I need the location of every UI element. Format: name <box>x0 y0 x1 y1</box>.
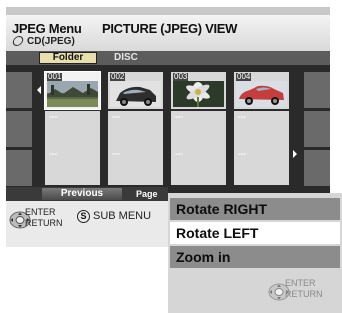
left-side-panel <box>6 150 32 186</box>
previous-button[interactable]: Previous <box>42 188 122 200</box>
thumbnail-number: 003 <box>173 72 189 81</box>
left-side-panel <box>6 111 32 147</box>
source-indicator: CD(JPEG) <box>12 35 75 47</box>
return-label: RETURN <box>25 218 63 228</box>
popup-enter-return-hint: ENTER RETURN <box>285 278 323 300</box>
empty-thumbnail-cell[interactable]: --- <box>108 111 163 148</box>
view-title: PICTURE (JPEG) VIEW <box>102 21 238 36</box>
top-strip <box>6 7 330 15</box>
thumbnail-cell[interactable]: 004 <box>234 72 289 109</box>
empty-thumbnail-cell[interactable]: --- <box>45 111 100 148</box>
sub-menu-key-icon: S <box>77 210 90 223</box>
empty-thumbnail-cell[interactable]: --- <box>45 148 100 185</box>
sub-menu-hint: SUB MENU <box>93 210 152 222</box>
right-side-panel <box>304 111 330 147</box>
car-thumb-icon <box>110 81 161 107</box>
scroll-left-arrow-icon[interactable] <box>37 86 41 94</box>
empty-slot-label: --- <box>175 149 183 158</box>
left-side-panel <box>6 72 32 108</box>
empty-thumbnail-cell[interactable]: --- <box>108 148 163 185</box>
scroll-right-arrow-icon[interactable] <box>293 150 297 158</box>
empty-thumbnail-cell[interactable]: --- <box>234 148 289 185</box>
tab-folder[interactable]: Folder <box>39 52 97 64</box>
source-label: CD(JPEG) <box>27 35 75 47</box>
empty-thumbnail-cell[interactable]: --- <box>171 148 226 185</box>
thumbnail-cell[interactable]: 003 <box>171 72 226 109</box>
enter-return-hint: ENTER RETURN <box>25 207 63 229</box>
disc-icon <box>12 36 26 46</box>
right-side-panel <box>304 72 330 108</box>
empty-thumbnail-cell[interactable]: --- <box>171 111 226 148</box>
right-side-panel <box>304 150 330 186</box>
landscape-thumb-icon <box>47 81 98 107</box>
menu-item-zoom-in[interactable]: Zoom in <box>170 246 340 268</box>
menu-item-rotate-right[interactable]: Rotate RIGHT <box>170 198 340 220</box>
empty-slot-label: --- <box>112 149 120 158</box>
popup-return-label: RETURN <box>285 289 323 299</box>
app-title: JPEG Menu <box>12 21 82 36</box>
tab-disc[interactable]: DISC <box>114 52 138 64</box>
thumbnail-number: 001 <box>47 72 63 81</box>
enter-label: ENTER <box>25 207 56 217</box>
empty-slot-label: --- <box>175 112 183 121</box>
thumbnail-number: 002 <box>110 72 126 81</box>
page-label: Page <box>136 189 158 199</box>
thumbnail-number: 004 <box>236 72 252 81</box>
empty-slot-label: --- <box>238 149 246 158</box>
thumbnail-cell[interactable]: 001 <box>44 71 101 110</box>
popup-enter-label: ENTER <box>285 278 316 288</box>
flower-thumb-icon <box>173 81 224 107</box>
menu-item-rotate-left[interactable]: Rotate LEFT <box>170 222 340 244</box>
empty-slot-label: --- <box>112 112 120 121</box>
empty-thumbnail-cell[interactable]: --- <box>234 111 289 148</box>
red-car-thumb-icon <box>236 81 287 107</box>
empty-slot-label: --- <box>49 149 57 158</box>
empty-slot-label: --- <box>49 112 57 121</box>
jpeg-menu-screen: JPEG Menu PICTURE (JPEG) VIEW CD(JPEG) F… <box>0 0 342 313</box>
thumbnail-cell[interactable]: 002 <box>108 72 163 109</box>
empty-slot-label: --- <box>238 112 246 121</box>
